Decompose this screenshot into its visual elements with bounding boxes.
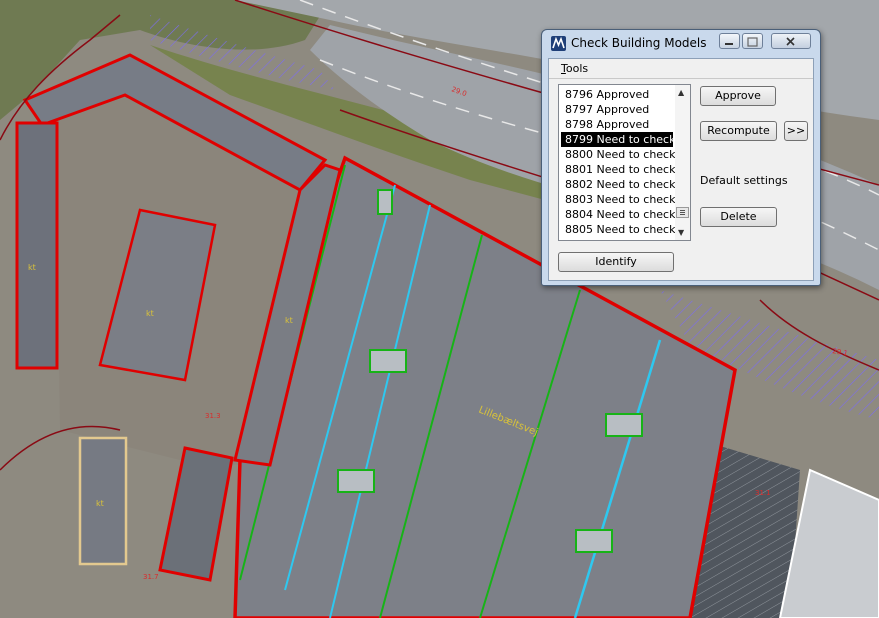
default-settings-label: Default settings	[700, 174, 788, 187]
roof-unit	[377, 189, 393, 215]
roof-unit	[337, 469, 375, 493]
scroll-up-arrow-icon[interactable]: ▲	[678, 88, 684, 97]
minimize-icon	[725, 43, 733, 45]
minimize-button[interactable]	[719, 33, 740, 49]
recompute-button[interactable]: Recompute	[700, 121, 777, 141]
delete-button[interactable]: Delete	[700, 207, 777, 227]
scroll-down-arrow-icon[interactable]: ▼	[678, 228, 684, 237]
list-item-selected[interactable]: 8799 Need to check	[561, 132, 675, 147]
maximize-button[interactable]	[742, 33, 763, 49]
list-item[interactable]: 8800 Need to check	[561, 147, 675, 162]
list-item[interactable]: 8797 Approved	[561, 102, 673, 117]
close-button[interactable]	[771, 33, 811, 49]
dialog-client-area: Tools 8796 Approved 8797 Approved 8798 A…	[548, 58, 814, 281]
map-label: kt	[285, 316, 293, 325]
more-options-button[interactable]: >>	[784, 121, 808, 141]
list-scrollbar[interactable]: ▲ ▼	[675, 85, 690, 240]
list-item[interactable]: 8805 Need to check	[561, 222, 675, 237]
dialog-title: Check Building Models	[571, 36, 707, 50]
map-label: kt	[146, 309, 154, 318]
menu-tools[interactable]: Tools	[561, 62, 588, 75]
menu-bar: Tools	[549, 59, 813, 79]
list-item[interactable]: 8803 Need to check	[561, 192, 675, 207]
delete-button-label: Delete	[720, 210, 757, 223]
list-item[interactable]: 8801 Need to check	[561, 162, 675, 177]
approve-button[interactable]: Approve	[700, 86, 776, 106]
roof-unit	[605, 413, 643, 437]
approve-button-label: Approve	[715, 89, 761, 102]
recompute-button-label: Recompute	[707, 124, 770, 137]
list-item[interactable]: 8804 Need to check	[561, 207, 675, 222]
identify-button-label: Identify	[595, 255, 637, 268]
dialog-title-bar[interactable]: Check Building Models	[542, 30, 820, 58]
map-label: 31.1	[755, 489, 771, 497]
more-options-button-label: >>	[786, 124, 806, 137]
map-label: kt	[28, 263, 36, 272]
list-item[interactable]: 8798 Approved	[561, 117, 673, 132]
scrollbar-thumb[interactable]	[676, 207, 689, 218]
list-item[interactable]: 8796 Approved	[561, 87, 673, 102]
app-logo-icon	[551, 36, 566, 51]
map-label: 31.3	[205, 412, 221, 420]
roof-unit	[575, 529, 613, 553]
identify-button[interactable]: Identify	[558, 252, 674, 272]
map-label: kt	[96, 499, 104, 508]
list-item[interactable]: 8802 Need to check	[561, 177, 675, 192]
building-roof-left	[15, 121, 59, 370]
check-building-models-dialog[interactable]: Check Building Models Tools 8796 Approve…	[541, 29, 821, 286]
close-icon	[786, 37, 795, 46]
roof-unit	[369, 349, 407, 373]
building-models-list[interactable]: 8796 Approved 8797 Approved 8798 Approve…	[558, 84, 691, 241]
maximize-icon	[747, 37, 758, 47]
map-label: 31.7	[143, 573, 159, 581]
